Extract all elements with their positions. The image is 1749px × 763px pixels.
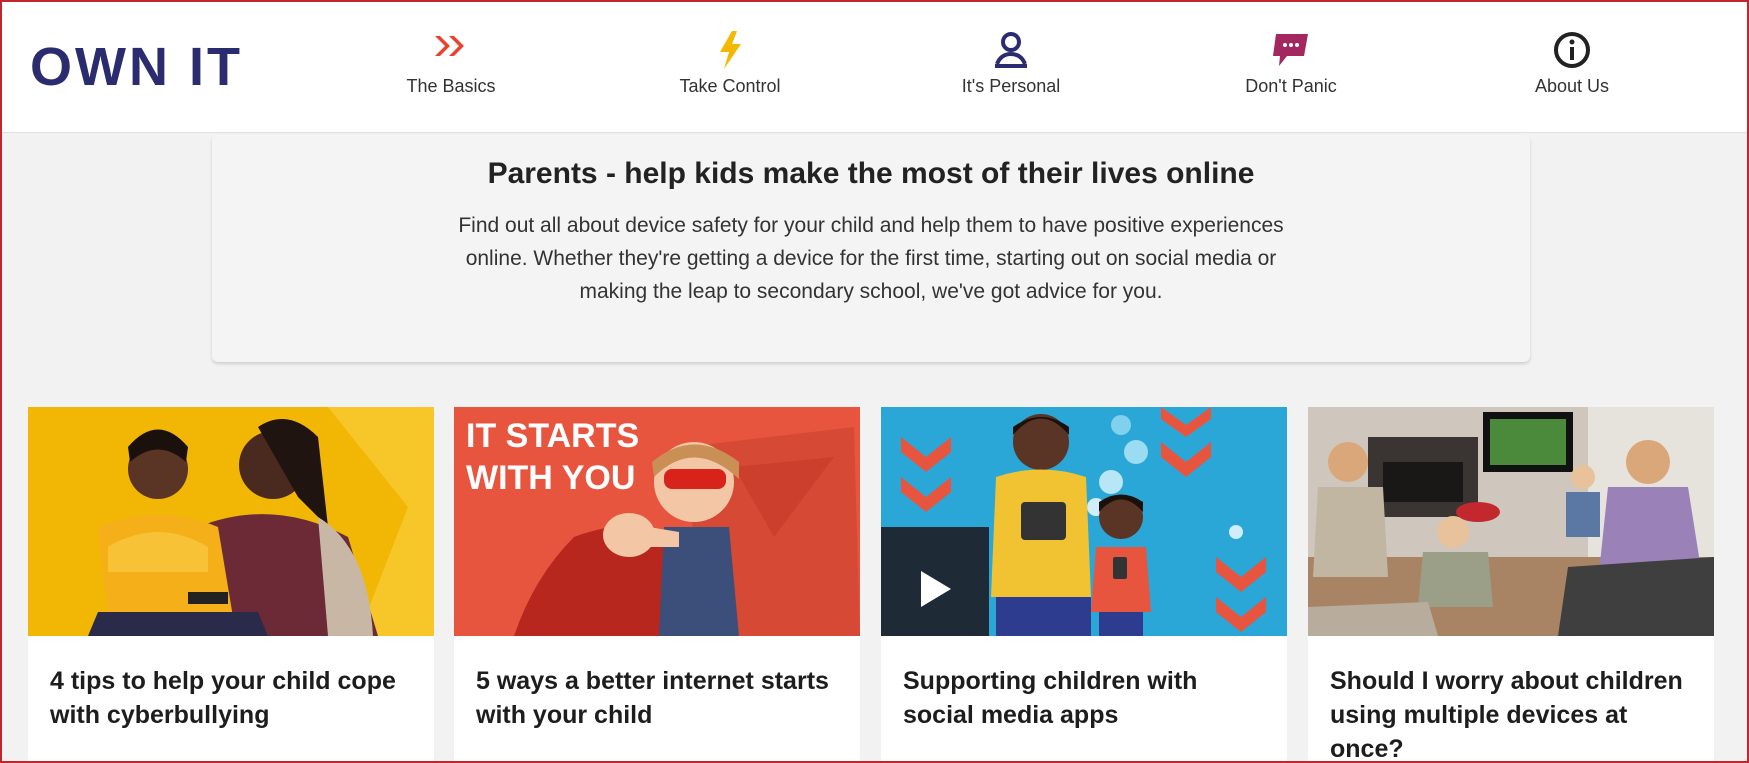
article-card[interactable]: Should I worry about children using mult… bbox=[1308, 407, 1714, 763]
article-card[interactable]: Supporting children with social media ap… bbox=[881, 407, 1287, 763]
nav-label: It's Personal bbox=[961, 76, 1061, 96]
own-it-logo[interactable]: OWN IT bbox=[30, 40, 243, 94]
nav-dont-panic[interactable]: Don't Panic bbox=[1206, 30, 1376, 110]
intro-body: Find out all about device safety for you… bbox=[458, 214, 1284, 303]
nav-label: Take Control bbox=[679, 76, 781, 96]
card-title: Should I worry about children using mult… bbox=[1330, 667, 1683, 763]
card-title: Supporting children with social media ap… bbox=[903, 667, 1198, 729]
nav-about-us[interactable]: About Us bbox=[1487, 30, 1657, 110]
site-header: OWN IT The Basics Take Control It's Pers… bbox=[0, 0, 1749, 133]
illustrated-kids-image bbox=[881, 407, 1287, 636]
article-card[interactable]: IT STARTS WITH YOU 5 ways a better inter… bbox=[454, 407, 860, 763]
it-starts-with-you-overlay: IT STARTS WITH YOU bbox=[466, 417, 640, 497]
mother-and-child-image bbox=[28, 407, 434, 636]
nav-the-basics[interactable]: The Basics bbox=[366, 30, 536, 110]
article-card[interactable]: 4 tips to help your child cope with cybe… bbox=[28, 407, 434, 763]
person-icon bbox=[926, 30, 1096, 70]
speech-bubble-icon bbox=[1206, 30, 1376, 70]
double-chevron-icon bbox=[366, 30, 536, 70]
superhero-child-image: IT STARTS WITH YOU bbox=[454, 407, 860, 636]
nav-label: Don't Panic bbox=[1245, 76, 1337, 96]
nav-label: About Us bbox=[1534, 76, 1610, 96]
intro-panel: Parents - help kids make the most of the… bbox=[212, 135, 1530, 362]
nav-take-control[interactable]: Take Control bbox=[645, 30, 815, 110]
intro-heading: Parents - help kids make the most of the… bbox=[487, 157, 1255, 190]
lightning-icon bbox=[645, 30, 815, 70]
nav-label: The Basics bbox=[406, 76, 496, 96]
info-icon bbox=[1487, 30, 1657, 70]
video-play-button[interactable] bbox=[881, 549, 989, 636]
family-living-room-image bbox=[1308, 407, 1714, 636]
card-title: 4 tips to help your child cope with cybe… bbox=[50, 667, 396, 729]
play-icon bbox=[921, 571, 951, 607]
card-title: 5 ways a better internet starts with you… bbox=[476, 667, 829, 729]
nav-its-personal[interactable]: It's Personal bbox=[926, 30, 1096, 110]
